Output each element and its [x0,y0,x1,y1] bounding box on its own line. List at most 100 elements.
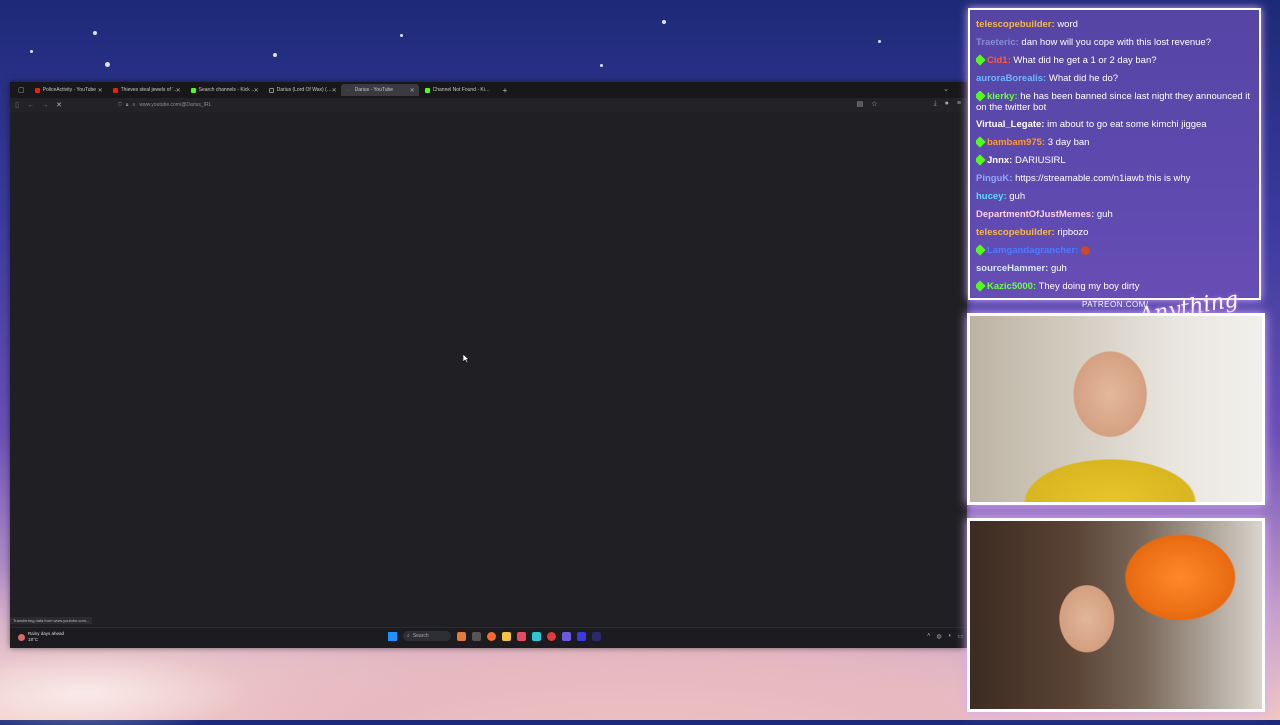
chat-message: Traeteric: dan how will you cope with th… [976,34,1253,52]
chat-text: They doing my boy dirty [1038,281,1140,292]
app-icon[interactable] [532,631,541,641]
chat-text: he has been banned since last night they… [976,91,1251,113]
app-icon[interactable] [577,631,586,641]
kick-badge-icon [976,91,986,103]
back-button[interactable]: ← [24,102,38,109]
url-text[interactable]: www.youtube.com/@Darius_IRL [139,102,211,108]
download-icon[interactable]: ⤓ [934,100,937,108]
chat-text: DARIUSIRL [1014,155,1066,166]
address-bar[interactable]: ⛉ 🔒︎ ≡ www.youtube.com/@Darius_IRL [118,100,868,110]
chrome-icon[interactable] [547,631,556,641]
shield-icon[interactable]: ⛉ [118,102,122,108]
chat-text: guh [1009,191,1026,202]
discord-icon[interactable] [562,631,571,641]
reader-view-icon[interactable]: ▤ [857,100,864,108]
chat-username[interactable]: PinguK: [976,173,1012,184]
chevron-up-icon[interactable]: ˄ [927,633,931,640]
chat-message: Jnnx: DARIUSIRL [976,152,1253,170]
lock-icon[interactable]: 🔒︎ [126,102,129,108]
chat-username[interactable]: bambam975: [987,137,1045,148]
network-icon[interactable]: ◍ [936,633,941,640]
stop-button[interactable]: ✕ [52,101,66,109]
app-icon[interactable] [517,631,526,641]
forward-button[interactable]: → [38,102,52,109]
chat-username[interactable]: kierky: [987,91,1018,102]
page-content[interactable] [10,112,967,624]
webcam-feed-1 [967,313,1265,505]
chat-text: guh [1096,209,1113,220]
chat-message: auroraBorealis: What did he do? [976,70,1253,88]
tab-label: Darius - YouTube [354,87,394,93]
display-icon[interactable]: ▭ [957,633,963,640]
chat-username[interactable]: Kazic5000: [987,281,1036,292]
new-tab-button[interactable]: + [497,86,514,95]
chat-username[interactable]: Lamgandagrancher: [987,245,1078,256]
chat-username[interactable]: telescopebuilder: [976,227,1055,238]
taskbar-search[interactable]: ⌕ Search [403,631,451,641]
kick-icon [190,87,196,93]
webcam-feed-2 [967,518,1265,712]
star [400,34,403,37]
weather-text: Rainy days ahead 18°C [28,631,64,643]
youtube-icon [112,87,118,93]
close-icon[interactable]: ✕ [98,87,103,94]
volume-icon[interactable]: ◖ [948,633,952,640]
taskbar-center: ⌕ Search [388,631,601,641]
chat-username[interactable]: sourceHammer: [976,263,1048,274]
tab-channel-not-found[interactable]: Channel Not Found - Kick Strea [419,84,497,96]
chat-username[interactable]: Traeteric: [976,37,1019,48]
chevron-down-icon[interactable]: ⌄ [943,85,949,93]
kick-badge-icon [976,54,986,67]
youtube-icon [34,87,40,93]
chat-text: What did he get a 1 or 2 day ban? [1013,55,1157,66]
kick-badge-icon [976,154,986,167]
menu-icon[interactable]: ≡ [957,100,961,108]
task-view-icon[interactable] [472,631,481,641]
chat-username[interactable]: Cid1: [987,55,1011,66]
tab-darius-x[interactable]: Darius (Lord Of Wax) (@IRL_Da ✕ [263,84,341,96]
sidebar-icon[interactable]: ▯ [10,101,24,109]
chat-text: ripbozo [1057,227,1089,238]
close-icon[interactable]: ✕ [410,87,415,94]
chat-username[interactable]: Virtual_Legate: [976,119,1044,130]
tab-darius-youtube[interactable]: · Darius - YouTube ✕ [340,84,419,96]
kick-badge-icon [976,280,986,293]
search-label: Search [412,633,429,639]
tab-label: Search channels - Kick Streamin [198,87,257,93]
search-icon: ⌕ [407,633,410,639]
start-button[interactable] [388,631,397,641]
premiere-icon[interactable] [592,631,601,641]
taskbar: Rainy days ahead 18°C ⌕ Search ˄ ◍ ◖ ▭ [10,627,967,648]
close-icon[interactable]: ✕ [176,87,181,94]
tab-label: PoliceActivity - YouTube [42,87,97,93]
toolbar-spacer [886,100,926,108]
weather-line1: Rainy days ahead [28,631,65,636]
chat-message: telescopebuilder: ripbozo [976,224,1253,242]
chat-message: sourceHammer: guh [976,260,1253,278]
close-icon[interactable]: ✕ [332,87,337,94]
chat-username[interactable]: Jnnx: [987,155,1012,166]
close-icon[interactable]: ✕ [254,87,259,94]
chat-text: word [1057,19,1078,30]
permissions-icon[interactable]: ≡ [132,102,135,108]
background-cloud [0,645,280,725]
chat-username[interactable]: auroraBorealis: [976,73,1046,84]
chat-text: What did he do? [1048,73,1119,84]
tab-thieves[interactable]: Thieves steal jewels of 'incalcul ✕ [107,84,185,96]
chat-username[interactable]: telescopebuilder: [976,19,1055,30]
tab-policeactivity[interactable]: PoliceActivity - YouTube ✕ [29,84,107,96]
chat-username[interactable]: DepartmentOfJustMemes: [976,209,1094,220]
weather-widget[interactable]: Rainy days ahead 18°C [18,631,64,643]
star [93,31,97,35]
extension-icon[interactable]: ● [945,100,949,108]
star [105,62,110,67]
chat-text: guh [1050,263,1067,274]
firefox-icon[interactable] [487,631,496,641]
chat-message: kierky: he has been banned since last ni… [976,91,1253,113]
widget-icon[interactable] [457,631,466,641]
bookmark-star-icon[interactable]: ☆ [871,100,877,108]
chat-username[interactable]: hucey: [976,191,1007,202]
file-explorer-icon[interactable] [502,631,511,641]
tab-actions-icon[interactable]: ▢ [14,86,29,94]
tab-search-channels[interactable]: Search channels - Kick Streamin ✕ [185,84,263,96]
